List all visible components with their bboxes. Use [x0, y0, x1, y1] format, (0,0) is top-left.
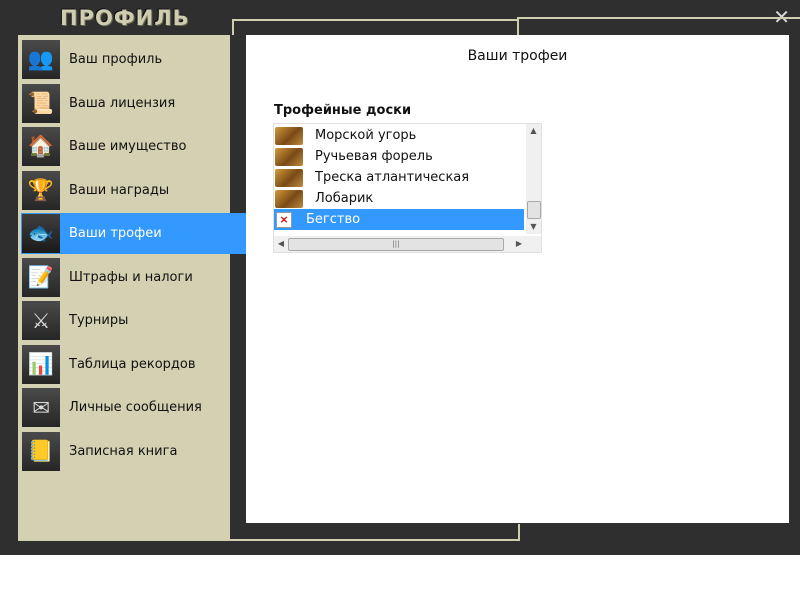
document-pen-icon: 📝: [22, 258, 60, 297]
sidebar-item-label: Турниры: [69, 313, 129, 328]
sidebar-item-license[interactable]: 📜 Ваша лицензия: [21, 83, 247, 124]
list-item[interactable]: × Бегство: [274, 209, 524, 230]
section-label: Трофейные доски: [274, 103, 412, 118]
list-item[interactable]: Ручьевая форель: [274, 146, 524, 167]
list-item[interactable]: Треска атлантическая: [274, 167, 524, 188]
scroll-down-icon[interactable]: ▼: [526, 220, 541, 234]
horizontal-scrollbar-thumb[interactable]: |||: [288, 238, 504, 251]
frame-line-top: [519, 17, 800, 19]
vertical-scrollbar-thumb[interactable]: [527, 201, 541, 219]
horizontal-scrollbar[interactable]: ◀ ||| ▶: [274, 236, 526, 252]
scroll-up-icon[interactable]: ▲: [526, 124, 541, 138]
sidebar-item-tournaments[interactable]: ⚔ Турниры: [21, 300, 247, 341]
fish-board-thumbnail: [275, 189, 303, 208]
list-item-label: Треска атлантическая: [315, 170, 470, 185]
window-title: ПРОФИЛЬ: [60, 6, 190, 30]
page-title: Ваши трофеи: [467, 48, 568, 64]
house-icon: 🏠: [22, 127, 60, 166]
list-item[interactable]: Морской угорь: [274, 125, 524, 146]
frame-line-inner-left: [232, 19, 234, 35]
sidebar-item-label: Ваш профиль: [69, 52, 163, 67]
sidebar-item-label: Ваше имущество: [69, 139, 187, 154]
sidebar-item-awards[interactable]: 🏆 Ваши награды: [21, 170, 247, 211]
list-item-label: Лобарик: [315, 191, 374, 206]
sidebar-item-label: Таблица рекордов: [69, 357, 196, 372]
sidebar-item-label: Личные сообщения: [69, 400, 202, 415]
notebook-icon: 📒: [22, 432, 60, 471]
sidebar-item-label: Ваши трофеи: [69, 226, 162, 241]
sidebar-item-notebook[interactable]: 📒 Записная книга: [21, 431, 247, 472]
sidebar-item-label: Записная книга: [69, 444, 178, 459]
content-panel: Ваши трофеи Трофейные доски Морской угор…: [246, 35, 789, 523]
bar-chart-icon: 📊: [22, 345, 60, 384]
frame-line-bottom-right: [518, 524, 520, 541]
sidebar-item-profile[interactable]: 👥 Ваш профиль: [21, 39, 247, 80]
fish-board-thumbnail: [275, 168, 303, 187]
fish-board-thumbnail: [275, 147, 303, 166]
profile-window: ПРОФИЛЬ ✕ 👥 Ваш профиль 📜 Ваша лицензия …: [0, 0, 800, 555]
list-item[interactable]: Лобарик: [274, 188, 524, 209]
list-item-label: Ручьевая форель: [315, 149, 433, 164]
trophy-icon: 🏆: [22, 171, 60, 210]
sidebar: 👥 Ваш профиль 📜 Ваша лицензия 🏠 Ваше иму…: [18, 35, 247, 540]
users-icon: 👥: [22, 40, 60, 79]
sidebar-item-property[interactable]: 🏠 Ваше имущество: [21, 126, 247, 167]
fish-icon: 🐟: [22, 214, 60, 253]
sidebar-item-label: Ваша лицензия: [69, 96, 176, 111]
fish-board-thumbnail: [275, 126, 303, 145]
list-item-label: Морской угорь: [315, 128, 417, 143]
sidebar-item-label: Ваши награды: [69, 183, 170, 198]
scroll-left-icon[interactable]: ◀: [274, 236, 288, 252]
scroll-right-icon[interactable]: ▶: [512, 236, 526, 252]
frame-line-inner-top: [232, 19, 517, 21]
broken-image-icon: ×: [276, 211, 292, 228]
list-item-label: Бегство: [306, 212, 361, 227]
envelope-icon: ✉: [22, 388, 60, 427]
sidebar-item-fines[interactable]: 📝 Штрафы и налоги: [21, 257, 247, 298]
trophy-boards-list[interactable]: Морской угорь Ручьевая форель Треска атл…: [273, 123, 542, 253]
scrollbar-corner: [526, 236, 541, 252]
sidebar-item-trophies[interactable]: 🐟 Ваши трофеи: [21, 213, 247, 254]
tournament-emblem-icon: ⚔: [22, 301, 60, 340]
sidebar-item-messages[interactable]: ✉ Личные сообщения: [21, 387, 247, 428]
sidebar-item-label: Штрафы и налоги: [69, 270, 193, 285]
license-icon: 📜: [22, 84, 60, 123]
vertical-scrollbar[interactable]: ▲ ▼: [526, 124, 541, 234]
sidebar-item-records[interactable]: 📊 Таблица рекордов: [21, 344, 247, 385]
